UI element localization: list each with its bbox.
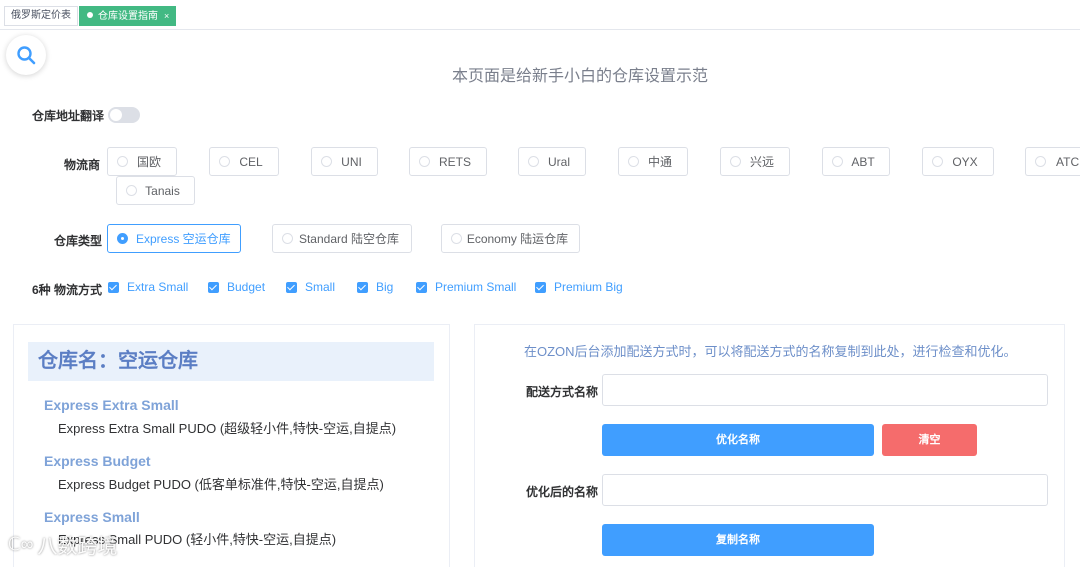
radio-icon <box>126 185 137 196</box>
carrier-option-oyx[interactable]: OYX <box>922 147 994 176</box>
warehouse-type-express[interactable]: Express 空运仓库 <box>107 224 241 253</box>
checkbox-checked-icon <box>416 281 427 293</box>
optimized-name-input[interactable] <box>602 474 1048 506</box>
radio-icon <box>730 156 741 167</box>
warehouse-type-economy[interactable]: Economy 陆运仓库 <box>441 224 580 253</box>
warehouse-type-standard[interactable]: Standard 陆空仓库 <box>272 224 412 253</box>
page-title: 本页面是给新手小白的仓库设置示范 <box>451 68 708 85</box>
tab-bar: 俄罗斯定价表 仓库设置指南 × <box>0 0 1080 30</box>
radio-icon <box>282 233 293 244</box>
method-checkbox-budget[interactable]: Budget <box>208 280 265 294</box>
radio-icon <box>117 156 128 167</box>
radio-icon <box>451 233 462 244</box>
radio-icon <box>219 156 230 167</box>
method-checkbox-premium-big[interactable]: Premium Big <box>535 280 623 294</box>
address-translate-label: 仓库地址翻译 <box>32 109 105 123</box>
methods-label: 6种 物流方式 <box>32 283 103 297</box>
carrier-option-guoou[interactable]: 国欧 <box>107 147 177 176</box>
method-name: Express Extra Small <box>44 397 179 413</box>
close-icon[interactable]: × <box>164 11 169 21</box>
radio-icon <box>1035 156 1046 167</box>
delivery-name-input[interactable] <box>602 374 1048 406</box>
optimized-name-label: 优化后的名称 <box>526 485 599 499</box>
optimize-name-button[interactable]: 优化名称 <box>602 424 874 456</box>
optimizer-hint: 在OZON后台添加配送方式时，可以将配送方式的名称复制到此处，进行检查和优化。 <box>524 344 1017 359</box>
method-name: Express Budget <box>44 453 151 469</box>
watermark-text: 八数跨境 <box>37 536 118 558</box>
carrier-option-tanais[interactable]: Tanais <box>116 176 195 205</box>
warehouse-type-label: 仓库类型 <box>54 234 103 248</box>
method-checkbox-big[interactable]: Big <box>357 280 393 294</box>
radio-icon <box>419 156 430 167</box>
method-checkbox-small[interactable]: Small <box>286 280 335 294</box>
method-description: Express Extra Small PUDO (超级轻小件,特快-空运,自提… <box>58 421 397 436</box>
checkbox-checked-icon <box>108 281 119 293</box>
watermark: ℂ∞ 八数跨境 <box>8 530 117 559</box>
carrier-option-atc[interactable]: ATC <box>1025 147 1080 176</box>
radio-icon <box>628 156 639 167</box>
method-name: Express Small <box>44 509 140 525</box>
watermark-logo-icon: ℂ∞ <box>8 534 34 554</box>
warehouse-name-title: 仓库名：空运仓库 <box>28 342 434 381</box>
carrier-option-ural[interactable]: Ural <box>518 147 586 176</box>
method-checkbox-premium-small[interactable]: Premium Small <box>416 280 516 294</box>
tab-label: 俄罗斯定价表 <box>11 10 71 21</box>
clear-button[interactable]: 清空 <box>882 424 977 456</box>
delivery-name-label: 配送方式名称 <box>526 385 599 399</box>
tab-label: 仓库设置指南 <box>98 11 158 22</box>
checkbox-checked-icon <box>535 281 546 293</box>
carrier-option-abt[interactable]: ABT <box>822 147 890 176</box>
copy-name-button[interactable]: 复制名称 <box>602 524 874 556</box>
carrier-option-xingyuan[interactable]: 兴远 <box>720 147 790 176</box>
address-translate-switch[interactable] <box>108 107 140 123</box>
checkbox-checked-icon <box>208 281 219 293</box>
radio-icon <box>932 156 943 167</box>
carrier-label: 物流商 <box>64 158 101 172</box>
tab-russia-pricing[interactable]: 俄罗斯定价表 <box>4 6 78 26</box>
method-checkbox-extra-small[interactable]: Extra Small <box>108 280 188 294</box>
carrier-option-cel[interactable]: CEL <box>209 147 279 176</box>
checkbox-checked-icon <box>286 281 297 293</box>
carrier-option-uni[interactable]: UNI <box>311 147 378 176</box>
radio-icon <box>832 156 843 167</box>
method-description: Express Budget PUDO (低客单标准件,特快-空运,自提点) <box>58 477 384 492</box>
checkbox-checked-icon <box>357 281 368 293</box>
radio-icon <box>321 156 332 167</box>
radio-icon <box>528 156 539 167</box>
radio-checked-icon <box>117 233 128 244</box>
carrier-option-zhongtong[interactable]: 中通 <box>618 147 688 176</box>
tab-warehouse-guide[interactable]: 仓库设置指南 × <box>79 6 177 26</box>
active-dot-icon <box>87 12 93 19</box>
carrier-option-rets[interactable]: RETS <box>409 147 487 176</box>
